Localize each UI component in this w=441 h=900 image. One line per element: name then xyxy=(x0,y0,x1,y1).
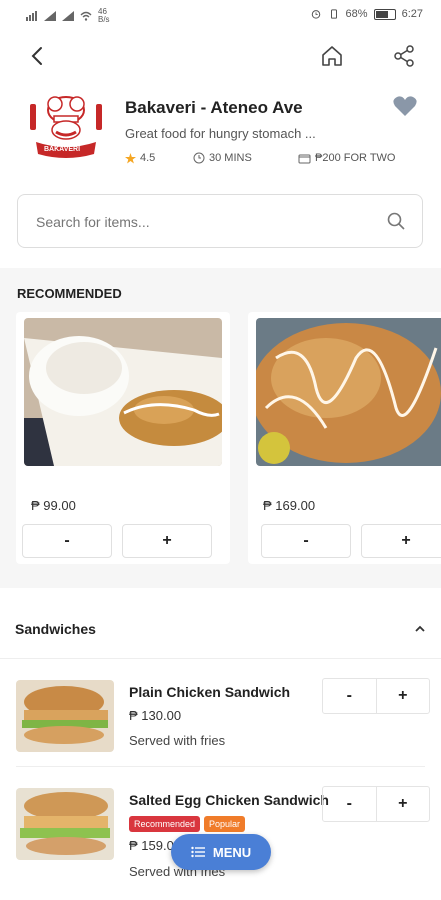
item-price: ₱ 99.00 xyxy=(31,498,76,513)
home-icon[interactable] xyxy=(318,42,346,70)
divider xyxy=(16,766,425,767)
item-name: Plain Chicken Sandwich xyxy=(129,684,291,700)
list-icon xyxy=(191,846,205,858)
decrease-button[interactable]: - xyxy=(323,679,377,713)
menu-item[interactable]: Plain Chicken Sandwich ₱ 130.00 Served w… xyxy=(0,670,441,770)
logo-text: BAKAVERI xyxy=(44,146,81,153)
back-arrow-icon[interactable] xyxy=(26,44,50,68)
recommended-card[interactable]: ₱ 169.00 - + xyxy=(248,312,441,564)
decrease-button[interactable]: - xyxy=(22,524,112,558)
recommended-section: RECOMMENDED ₱ 99.00 - + ₱ 169.00 - + xyxy=(0,268,441,588)
increase-button[interactable]: + xyxy=(377,787,430,821)
increase-button[interactable]: + xyxy=(377,679,430,713)
search-bar xyxy=(17,194,423,248)
cost-for-two: ₱200 FOR TWO xyxy=(298,152,395,164)
share-icon[interactable] xyxy=(390,42,418,70)
delivery-time-value: 30 MINS xyxy=(209,152,252,164)
search-input[interactable] xyxy=(34,209,378,235)
network-icon xyxy=(26,11,37,21)
vibrate-icon xyxy=(330,9,337,19)
decrease-button[interactable]: - xyxy=(261,524,351,558)
item-name: Salted Egg Chicken Sandwich xyxy=(129,792,329,808)
restaurant-header: BAKAVERI Bakaveri - Ateneo Ave Great foo… xyxy=(0,88,441,176)
item-note: Served with fries xyxy=(129,733,226,748)
item-badges: Recommended Popular xyxy=(129,816,246,832)
recommended-badge: Recommended xyxy=(129,816,201,832)
food-image-rice-chicken xyxy=(24,318,222,466)
star-icon xyxy=(125,152,136,163)
rating: 4.5 xyxy=(125,152,155,164)
top-bar xyxy=(0,34,441,78)
popular-badge: Popular xyxy=(204,816,246,832)
alarm-icon xyxy=(311,10,320,19)
item-price: ₱ 169.00 xyxy=(263,498,316,513)
battery-percent: 68% xyxy=(345,8,368,20)
signal-icon-2 xyxy=(62,11,74,21)
chevron-up-icon[interactable] xyxy=(413,622,427,636)
increase-button[interactable]: + xyxy=(361,524,441,558)
menu-button[interactable]: MENU xyxy=(171,834,271,870)
quantity-stepper: - + xyxy=(322,678,430,714)
decrease-button[interactable]: - xyxy=(323,787,377,821)
food-image-plain-sandwich xyxy=(16,680,114,752)
clock: 6:27 xyxy=(401,8,423,20)
delivery-time: 30 MINS xyxy=(193,152,252,164)
recommended-title: RECOMMENDED xyxy=(17,286,122,301)
cost-value: ₱200 FOR TWO xyxy=(315,152,396,164)
sandwiches-section-header[interactable]: Sandwiches xyxy=(0,608,441,659)
section-title: Sandwiches xyxy=(15,621,96,637)
item-price: ₱ 130.00 xyxy=(129,708,182,723)
restaurant-description: Great food for hungry stomach ... xyxy=(125,126,316,141)
wifi-icon xyxy=(80,11,92,21)
food-image-salted-egg-sandwich xyxy=(16,788,114,860)
status-bar: 46 B/s 68% 6:27 xyxy=(0,0,441,30)
clock-icon xyxy=(193,152,205,164)
battery-icon xyxy=(373,8,396,20)
food-image-chicken-pops xyxy=(256,318,441,466)
signal-icon xyxy=(44,11,56,21)
data-rate: 46 B/s xyxy=(98,7,110,24)
status-right: 68% 6:27 xyxy=(310,8,423,20)
rating-value: 4.5 xyxy=(140,152,156,164)
quantity-stepper: - + xyxy=(322,786,430,822)
search-icon[interactable] xyxy=(386,211,406,231)
restaurant-name: Bakaveri - Ateneo Ave xyxy=(125,98,303,117)
favorite-heart-icon[interactable] xyxy=(392,94,418,118)
menu-label: MENU xyxy=(212,844,252,860)
recommended-card[interactable]: ₱ 99.00 - + xyxy=(16,312,230,564)
wallet-icon xyxy=(298,154,311,163)
status-left: 46 B/s xyxy=(26,8,114,24)
increase-button[interactable]: + xyxy=(122,524,212,558)
